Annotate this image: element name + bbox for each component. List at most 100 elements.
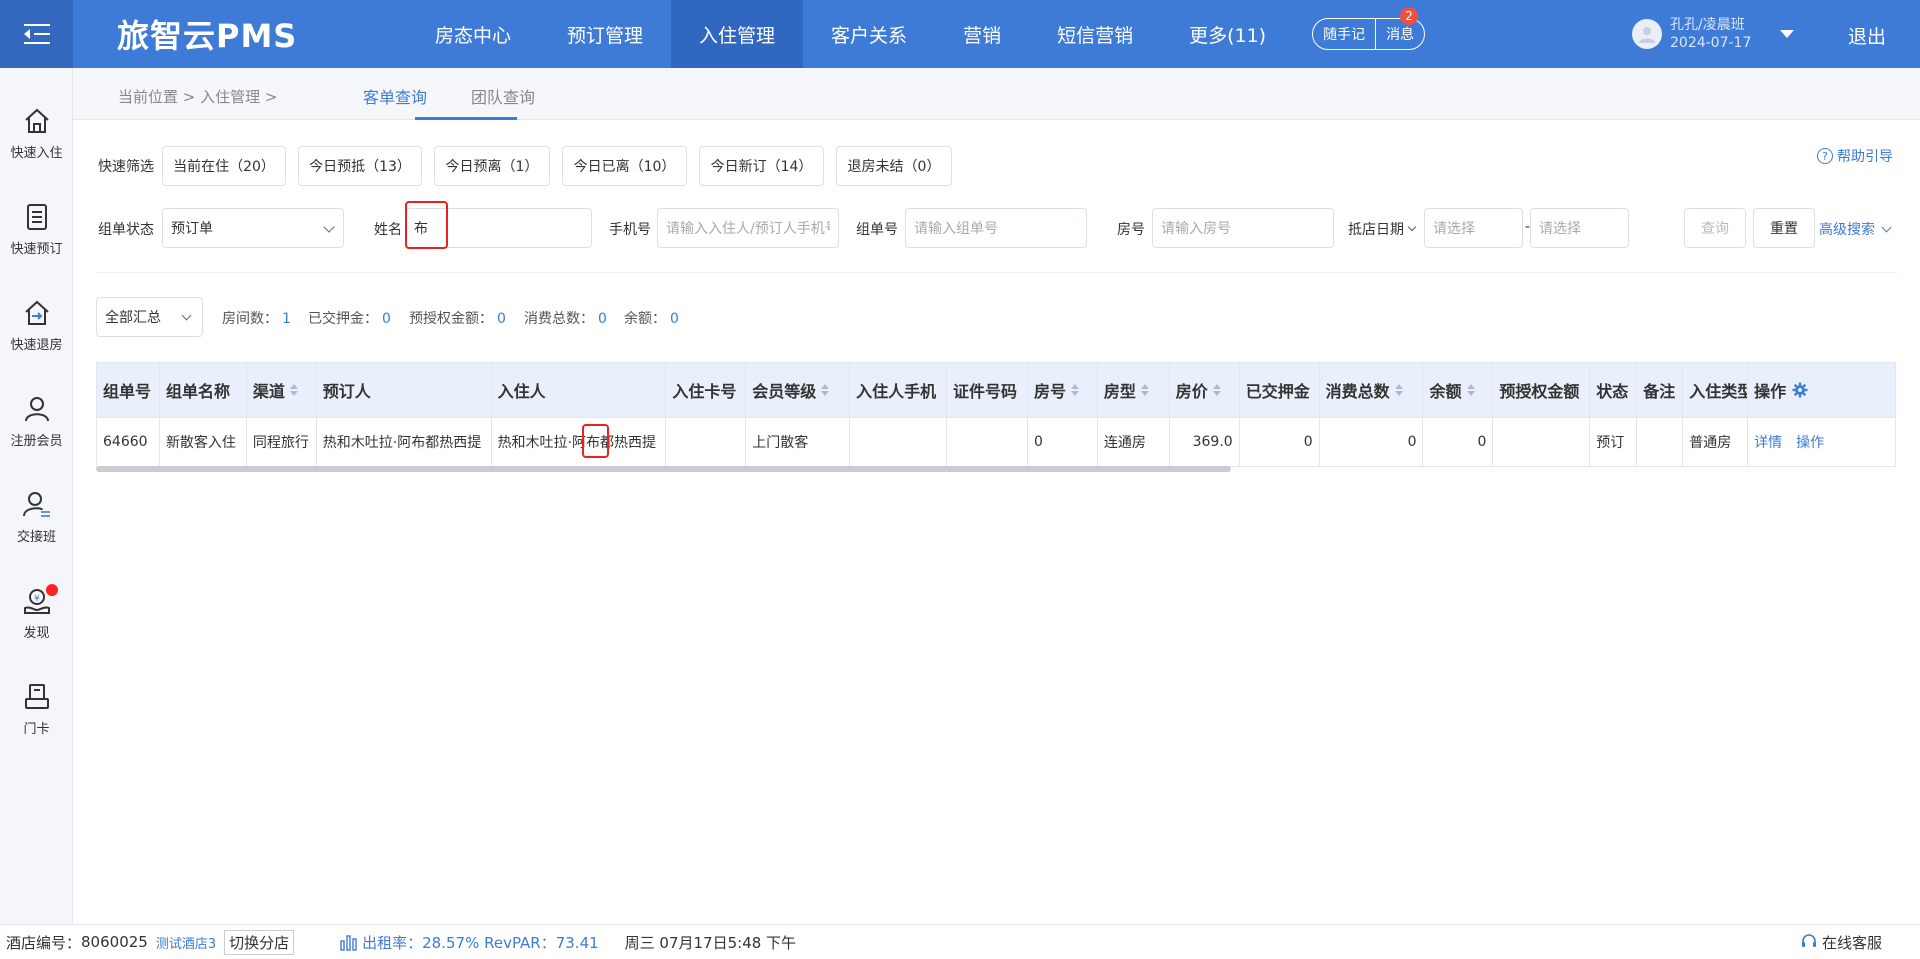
arrival-date-from[interactable]: 请选择: [1424, 208, 1523, 248]
user-date: 2024-07-17: [1670, 35, 1752, 51]
highlight-name-input: [405, 201, 448, 249]
svg-text:¥: ¥: [34, 594, 40, 604]
cell-room-type: 连通房: [1098, 418, 1170, 466]
cell-booker: 热和木吐拉·阿布都热西提: [317, 418, 492, 466]
guest-table: 组单号 组单名称 渠道 预订人 入住人 入住卡号 会员等级 入住人手机 证件号码…: [96, 362, 1896, 467]
filter-today-new[interactable]: 今日新订（14）: [699, 146, 824, 186]
col-id-no: 证件号码: [947, 363, 1028, 417]
nav-more[interactable]: 更多(11): [1161, 0, 1294, 68]
col-checkin-type: 入住类型: [1683, 363, 1749, 417]
cell-room-no: 0: [1028, 418, 1098, 466]
nav-reservation[interactable]: 预订管理: [539, 0, 671, 68]
chevron-down-icon: [1407, 222, 1417, 232]
filter-today-arrival[interactable]: 今日预抵（13）: [298, 146, 422, 186]
col-room-no[interactable]: 房号: [1028, 363, 1098, 417]
user-info[interactable]: 孔孔/凌晨班 2024-07-17: [1632, 16, 1751, 52]
col-remark: 备注: [1637, 363, 1684, 417]
chevron-down-icon: [323, 221, 335, 233]
col-card-no: 入住卡号: [666, 363, 747, 417]
group-no-input[interactable]: 请输入组单号: [905, 208, 1087, 248]
status-select[interactable]: 预订单: [162, 208, 344, 248]
sort-icon: [1212, 384, 1221, 396]
divider: [97, 272, 1897, 273]
headset-icon: [1802, 934, 1816, 947]
room-no-input[interactable]: 请输入房号: [1152, 208, 1334, 248]
arrival-date-select[interactable]: 抵店日期: [1348, 219, 1417, 239]
stat-preauth: 预授权金额： 0: [409, 311, 506, 327]
cell-status: 预订: [1590, 418, 1638, 466]
house-exit-icon: [24, 300, 49, 325]
brand-logo: 旅智云PMS: [117, 17, 298, 55]
phone-input[interactable]: 请输入入住人/预订人手机号: [657, 208, 839, 248]
query-button[interactable]: 查询: [1684, 208, 1746, 248]
sort-icon: [821, 384, 830, 396]
arrival-date-to[interactable]: 请选择: [1530, 208, 1629, 248]
sidebar-item-quick-checkout[interactable]: 快速退房: [0, 298, 73, 353]
col-guest: 入住人: [492, 363, 667, 417]
reset-button[interactable]: 重置: [1753, 208, 1815, 248]
help-guide-link[interactable]: ? 帮助引导: [1817, 146, 1893, 166]
highlight-guest-name: [582, 424, 609, 458]
menu-toggle-button[interactable]: [0, 0, 73, 68]
avatar: [1632, 19, 1662, 49]
sort-icon: [1070, 384, 1079, 396]
nav-marketing[interactable]: 营销: [935, 0, 1029, 68]
cell-member-level: 上门散客: [746, 418, 851, 466]
online-service-button[interactable]: 在线客服: [1800, 932, 1882, 953]
message-badge: 2: [1400, 7, 1419, 25]
nav-checkin[interactable]: 入住管理: [671, 0, 804, 68]
filter-today-departure[interactable]: 今日预离（1）: [434, 146, 550, 186]
cell-balance: 0: [1423, 418, 1494, 466]
user-name: 孔孔/凌晨班: [1670, 17, 1745, 33]
logout-button[interactable]: 退出: [1848, 22, 1886, 49]
sidebar-item-door-card[interactable]: 门卡: [0, 682, 73, 737]
cell-guest-phone: [850, 418, 948, 466]
sidebar-item-label: 快速入住: [10, 146, 63, 161]
tab-guest-query[interactable]: 客单查询: [363, 84, 427, 108]
quick-tools: 随手记 消息 2: [1312, 7, 1426, 50]
notification-dot: [46, 584, 58, 596]
sidebar-item-discover[interactable]: ¥ 发现: [0, 584, 73, 641]
message-button[interactable]: 消息: [1375, 19, 1424, 49]
user-dropdown-icon[interactable]: [1780, 30, 1794, 38]
summary-select[interactable]: 全部汇总: [96, 297, 203, 337]
tab-team-query[interactable]: 团队查询: [471, 84, 535, 108]
nav-sms[interactable]: 短信营销: [1029, 0, 1161, 68]
nav-room-status[interactable]: 房态中心: [407, 0, 539, 68]
sidebar-item-register-member[interactable]: 注册会员: [0, 394, 73, 449]
stat-room-count: 房间数： 1: [222, 311, 291, 327]
col-group-name: 组单名称: [160, 363, 247, 417]
sidebar-item-quick-checkin[interactable]: 快速入住: [0, 106, 73, 161]
filter-current-inhouse[interactable]: 当前在住（20）: [162, 146, 286, 186]
hotel-no: 8060025: [81, 933, 148, 951]
col-room-type[interactable]: 房型: [1098, 363, 1170, 417]
operate-link[interactable]: 操作: [1796, 432, 1824, 452]
col-consumption[interactable]: 消费总数: [1320, 363, 1424, 417]
col-room-price[interactable]: 房价: [1170, 363, 1240, 417]
sidebar-item-quick-reserve[interactable]: 快速预订: [0, 202, 73, 257]
col-operation: 操作: [1748, 363, 1895, 417]
gear-icon[interactable]: [1792, 382, 1808, 398]
notebook-icon: [26, 204, 47, 230]
help-icon: ?: [1817, 148, 1833, 164]
sort-icon: [1140, 384, 1149, 396]
sidebar-item-shift-handover[interactable]: 交接班: [0, 490, 73, 545]
filter-today-departed[interactable]: 今日已离（10）: [562, 146, 687, 186]
status-label: 组单状态: [98, 222, 154, 238]
table-header: 组单号 组单名称 渠道 预订人 入住人 入住卡号 会员等级 入住人手机 证件号码…: [97, 363, 1895, 417]
col-balance[interactable]: 余额: [1423, 363, 1494, 417]
cell-room-price: 369.0: [1170, 418, 1240, 466]
horizontal-scrollbar[interactable]: [96, 466, 1231, 472]
detail-link[interactable]: 详情: [1754, 432, 1782, 452]
stat-consumption: 消费总数： 0: [524, 311, 607, 327]
col-member-level[interactable]: 会员等级: [746, 363, 851, 417]
cell-deposit: 0: [1240, 418, 1320, 466]
col-channel[interactable]: 渠道: [247, 363, 317, 417]
table-row[interactable]: 64660 新散客入住 同程旅行 热和木吐拉·阿布都热西提 热和木吐拉·阿布都热…: [97, 417, 1895, 466]
filter-checkout-unsettled[interactable]: 退房未结（0）: [836, 146, 952, 186]
switch-branch-button[interactable]: 切换分店: [224, 929, 295, 955]
nav-customer[interactable]: 客户关系: [803, 0, 935, 68]
sidebar-item-label: 注册会员: [10, 434, 63, 449]
memo-button[interactable]: 随手记: [1313, 19, 1375, 49]
advanced-search-toggle[interactable]: 高级搜索: [1819, 219, 1892, 239]
